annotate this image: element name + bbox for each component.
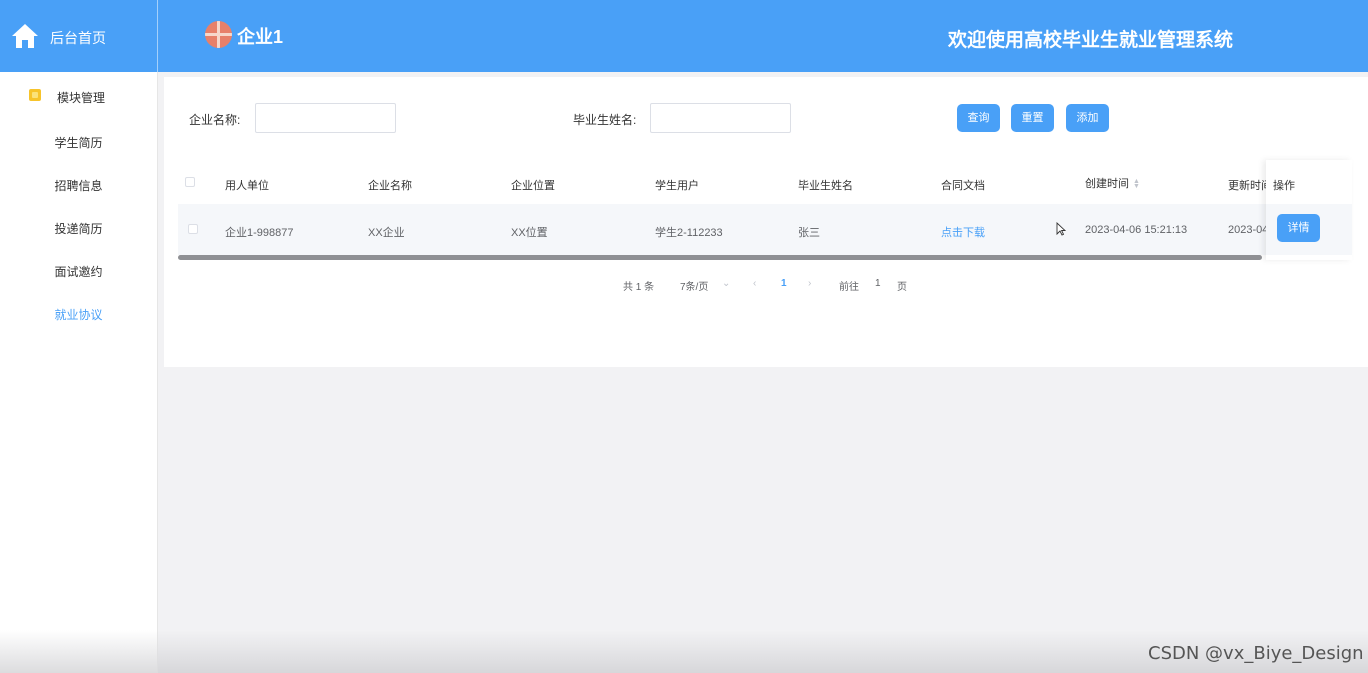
download-link[interactable]: 点击下载 bbox=[941, 224, 985, 240]
sidebar-item-recruitment-info[interactable]: 招聘信息 bbox=[0, 177, 157, 197]
goto-page-input[interactable]: 1 bbox=[875, 278, 881, 289]
cell-updated-time: 2023-04 bbox=[1228, 224, 1269, 236]
cell-company-name: XX企业 bbox=[368, 227, 405, 239]
add-button[interactable]: 添加 bbox=[1066, 104, 1109, 132]
page-size-select[interactable]: 7条/页 bbox=[680, 278, 708, 293]
detail-button[interactable]: 详情 bbox=[1277, 214, 1320, 242]
company-name-input[interactable] bbox=[255, 103, 396, 133]
cell-graduate-name: 张三 bbox=[798, 227, 820, 239]
pagination-total: 共 1 条 bbox=[623, 282, 655, 293]
company-name-label: 企业名称: bbox=[189, 113, 241, 127]
graduate-name-input[interactable] bbox=[650, 103, 791, 133]
th-employer: 用人单位 bbox=[225, 180, 269, 192]
sidebar-item-student-resume[interactable]: 学生简历 bbox=[0, 134, 157, 154]
graduate-name-label: 毕业生姓名: bbox=[573, 113, 637, 127]
th-company-location: 企业位置 bbox=[511, 180, 555, 192]
horizontal-scrollbar[interactable] bbox=[178, 255, 1262, 260]
watermark: CSDN @vx_Biye_Design bbox=[1148, 643, 1364, 664]
row-checkbox[interactable] bbox=[188, 224, 198, 234]
sidebar: 模块管理 学生简历 招聘信息 投递简历 面试邀约 就业协议 bbox=[0, 72, 158, 673]
cell-created-time: 2023-04-06 15:21:13 bbox=[1085, 224, 1188, 236]
page-number-current[interactable]: 1 bbox=[781, 278, 787, 289]
th-company-name: 企业名称 bbox=[368, 180, 412, 192]
th-created-time[interactable]: 创建时间 ▲ ▼ bbox=[1085, 175, 1140, 191]
reset-button[interactable]: 重置 bbox=[1011, 104, 1054, 132]
avatar[interactable] bbox=[205, 21, 232, 48]
menu-group-module-management[interactable]: 模块管理 bbox=[0, 72, 157, 120]
mouse-cursor-icon bbox=[1056, 222, 1066, 236]
sort-icon[interactable]: ▲ ▼ bbox=[1133, 178, 1140, 190]
query-button[interactable]: 查询 bbox=[957, 104, 1000, 132]
th-graduate-name: 毕业生姓名 bbox=[798, 180, 853, 192]
sidebar-bottom-fade bbox=[0, 630, 158, 673]
home-icon bbox=[12, 24, 38, 48]
th-student-user: 学生用户 bbox=[655, 180, 699, 192]
user-name[interactable]: 企业1 bbox=[237, 23, 283, 49]
prev-page-icon[interactable]: ‹ bbox=[753, 278, 756, 289]
select-all-checkbox[interactable] bbox=[185, 177, 195, 187]
sidebar-item-interview-invite[interactable]: 面试邀约 bbox=[0, 263, 157, 283]
sidebar-item-submitted-resume[interactable]: 投递简历 bbox=[0, 220, 157, 240]
th-contract-doc: 合同文档 bbox=[941, 180, 985, 192]
menu-group-label: 模块管理 bbox=[57, 91, 106, 105]
cell-student-user: 学生2-112233 bbox=[655, 227, 723, 239]
home-link[interactable]: 后台首页 bbox=[0, 0, 158, 72]
system-title: 欢迎使用高校毕业生就业管理系统 bbox=[948, 30, 1234, 51]
next-page-icon[interactable]: › bbox=[808, 278, 811, 289]
cell-employer: 企业1-998877 bbox=[225, 227, 294, 239]
cell-company-location: XX位置 bbox=[511, 227, 548, 239]
home-label: 后台首页 bbox=[50, 30, 106, 46]
cube-icon bbox=[29, 89, 41, 101]
th-actions: 操作 bbox=[1273, 180, 1295, 192]
chevron-down-icon[interactable]: ⌄ bbox=[722, 278, 730, 289]
top-header: 后台首页 企业1 欢迎使用高校毕业生就业管理系统 bbox=[0, 0, 1368, 72]
fixed-action-column bbox=[1266, 160, 1352, 260]
goto-suffix: 页 bbox=[897, 282, 907, 293]
th-created-time-label: 创建时间 bbox=[1085, 178, 1129, 190]
sidebar-item-employment-agreement[interactable]: 就业协议 bbox=[0, 306, 157, 326]
goto-prefix: 前往 bbox=[839, 282, 859, 293]
